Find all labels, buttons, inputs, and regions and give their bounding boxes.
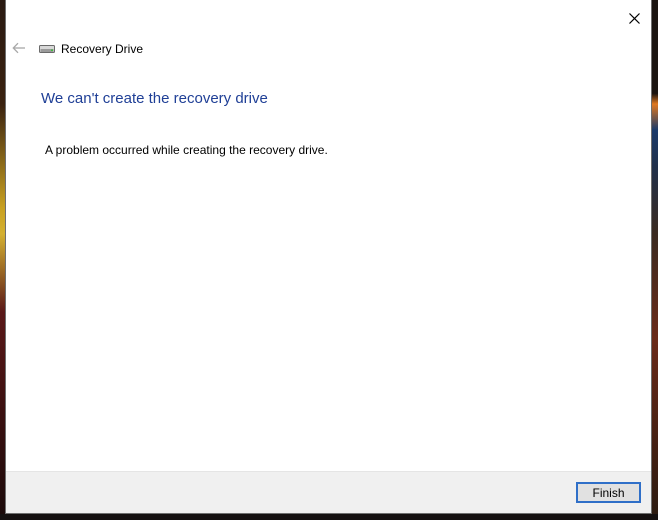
close-icon: [628, 12, 640, 24]
desktop-background-bottom: [0, 514, 658, 520]
drive-icon: [39, 43, 55, 55]
page-heading: We can't create the recovery drive: [41, 90, 268, 107]
desktop-background-right: [652, 0, 658, 520]
recovery-drive-window: Recovery Drive We can't create the recov…: [5, 0, 652, 514]
app-title: Recovery Drive: [61, 42, 144, 56]
footer-bar: Finish: [6, 471, 651, 513]
back-button[interactable]: [11, 40, 27, 56]
error-message: A problem occurred while creating the re…: [45, 143, 328, 157]
app-title-bar: Recovery Drive: [39, 41, 143, 57]
close-button[interactable]: [623, 7, 645, 29]
finish-button[interactable]: Finish: [576, 482, 641, 503]
back-arrow-icon: [12, 42, 25, 54]
